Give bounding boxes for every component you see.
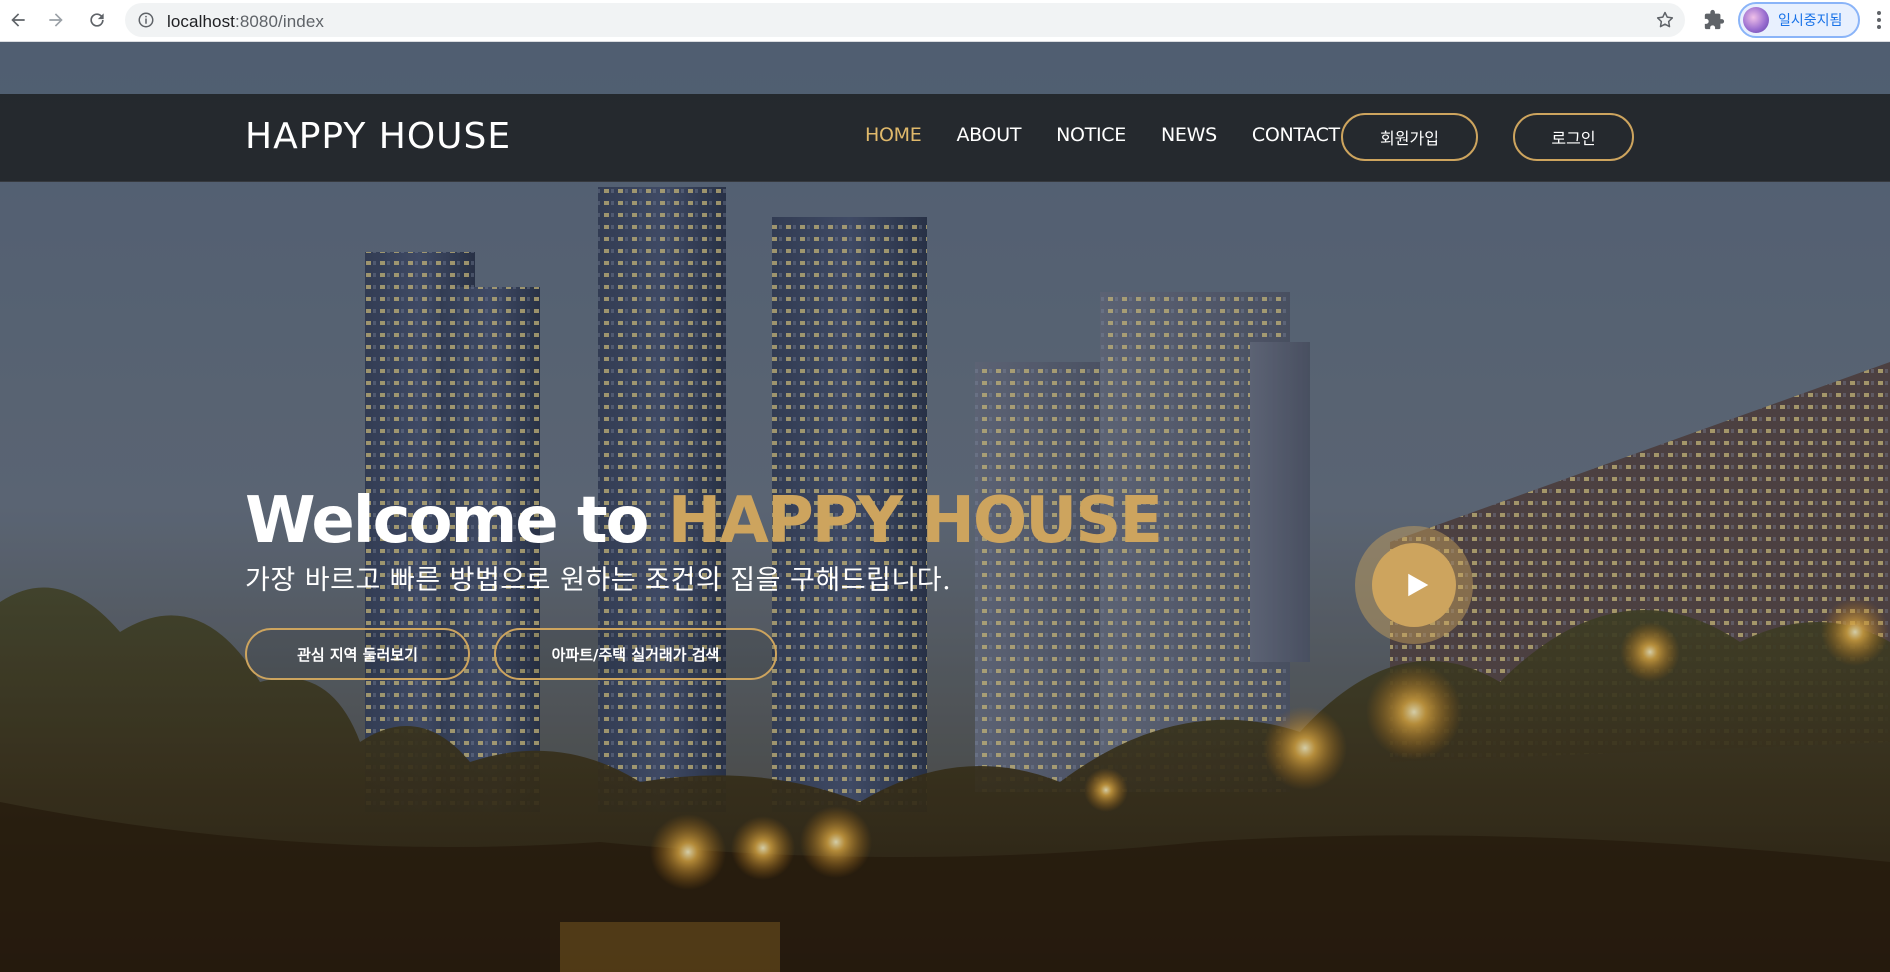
main-nav: HOME ABOUT NOTICE NEWS CONTACT (865, 124, 1375, 146)
hero-title-prefix: Welcome to (245, 484, 668, 558)
url-path: :8080/index (235, 12, 325, 31)
reload-button[interactable] (85, 8, 109, 32)
hero-subtitle: 가장 바르고 빠른 방법으로 원하는 조건의 집을 구해드립니다. (245, 565, 952, 596)
forward-arrow-icon (49, 13, 63, 27)
menu-dots-icon[interactable] (1872, 9, 1886, 31)
avatar (1743, 7, 1769, 33)
hero-title-accent: HAPPY HOUSE (667, 484, 1163, 558)
browse-region-button[interactable]: 관심 지역 둘러보기 (245, 628, 470, 680)
nav-about-link[interactable]: ABOUT (956, 124, 1021, 146)
back-button[interactable] (6, 8, 30, 32)
star-icon[interactable] (1655, 10, 1675, 30)
profile-button[interactable]: 일시중지됨 (1738, 2, 1860, 38)
site-header: HAPPY HOUSE HOME ABOUT NOTICE NEWS CONTA… (0, 94, 1890, 182)
back-arrow-icon (11, 13, 25, 27)
login-button[interactable]: 로그인 (1513, 113, 1634, 161)
site-logo[interactable]: HAPPY HOUSE (245, 116, 511, 157)
signup-button[interactable]: 회원가입 (1341, 113, 1478, 161)
url-text[interactable]: localhost:8080/index (167, 12, 324, 32)
play-button-core (1372, 543, 1456, 627)
nav-news-link[interactable]: NEWS (1161, 124, 1217, 146)
forward-button[interactable] (44, 8, 68, 32)
play-icon (1407, 573, 1428, 597)
profile-status-label: 일시중지됨 (1778, 13, 1843, 29)
price-search-button[interactable]: 아파트/주택 실거래가 검색 (494, 628, 777, 680)
browser-toolbar: localhost:8080/index 일시중지됨 (0, 0, 1890, 42)
video-play-button[interactable] (1355, 526, 1473, 644)
hero-title: Welcome to HAPPY HOUSE (245, 484, 1163, 558)
url-host: localhost (167, 12, 235, 31)
reload-icon (90, 13, 104, 27)
address-bar[interactable]: localhost:8080/index (125, 3, 1685, 37)
info-icon[interactable] (137, 11, 155, 29)
puzzle-icon[interactable] (1703, 9, 1725, 31)
nav-contact-link[interactable]: CONTACT (1252, 124, 1340, 146)
nav-home-link[interactable]: HOME (865, 124, 922, 146)
nav-notice-link[interactable]: NOTICE (1056, 124, 1126, 146)
hero-section: HAPPY HOUSE HOME ABOUT NOTICE NEWS CONTA… (0, 42, 1890, 972)
